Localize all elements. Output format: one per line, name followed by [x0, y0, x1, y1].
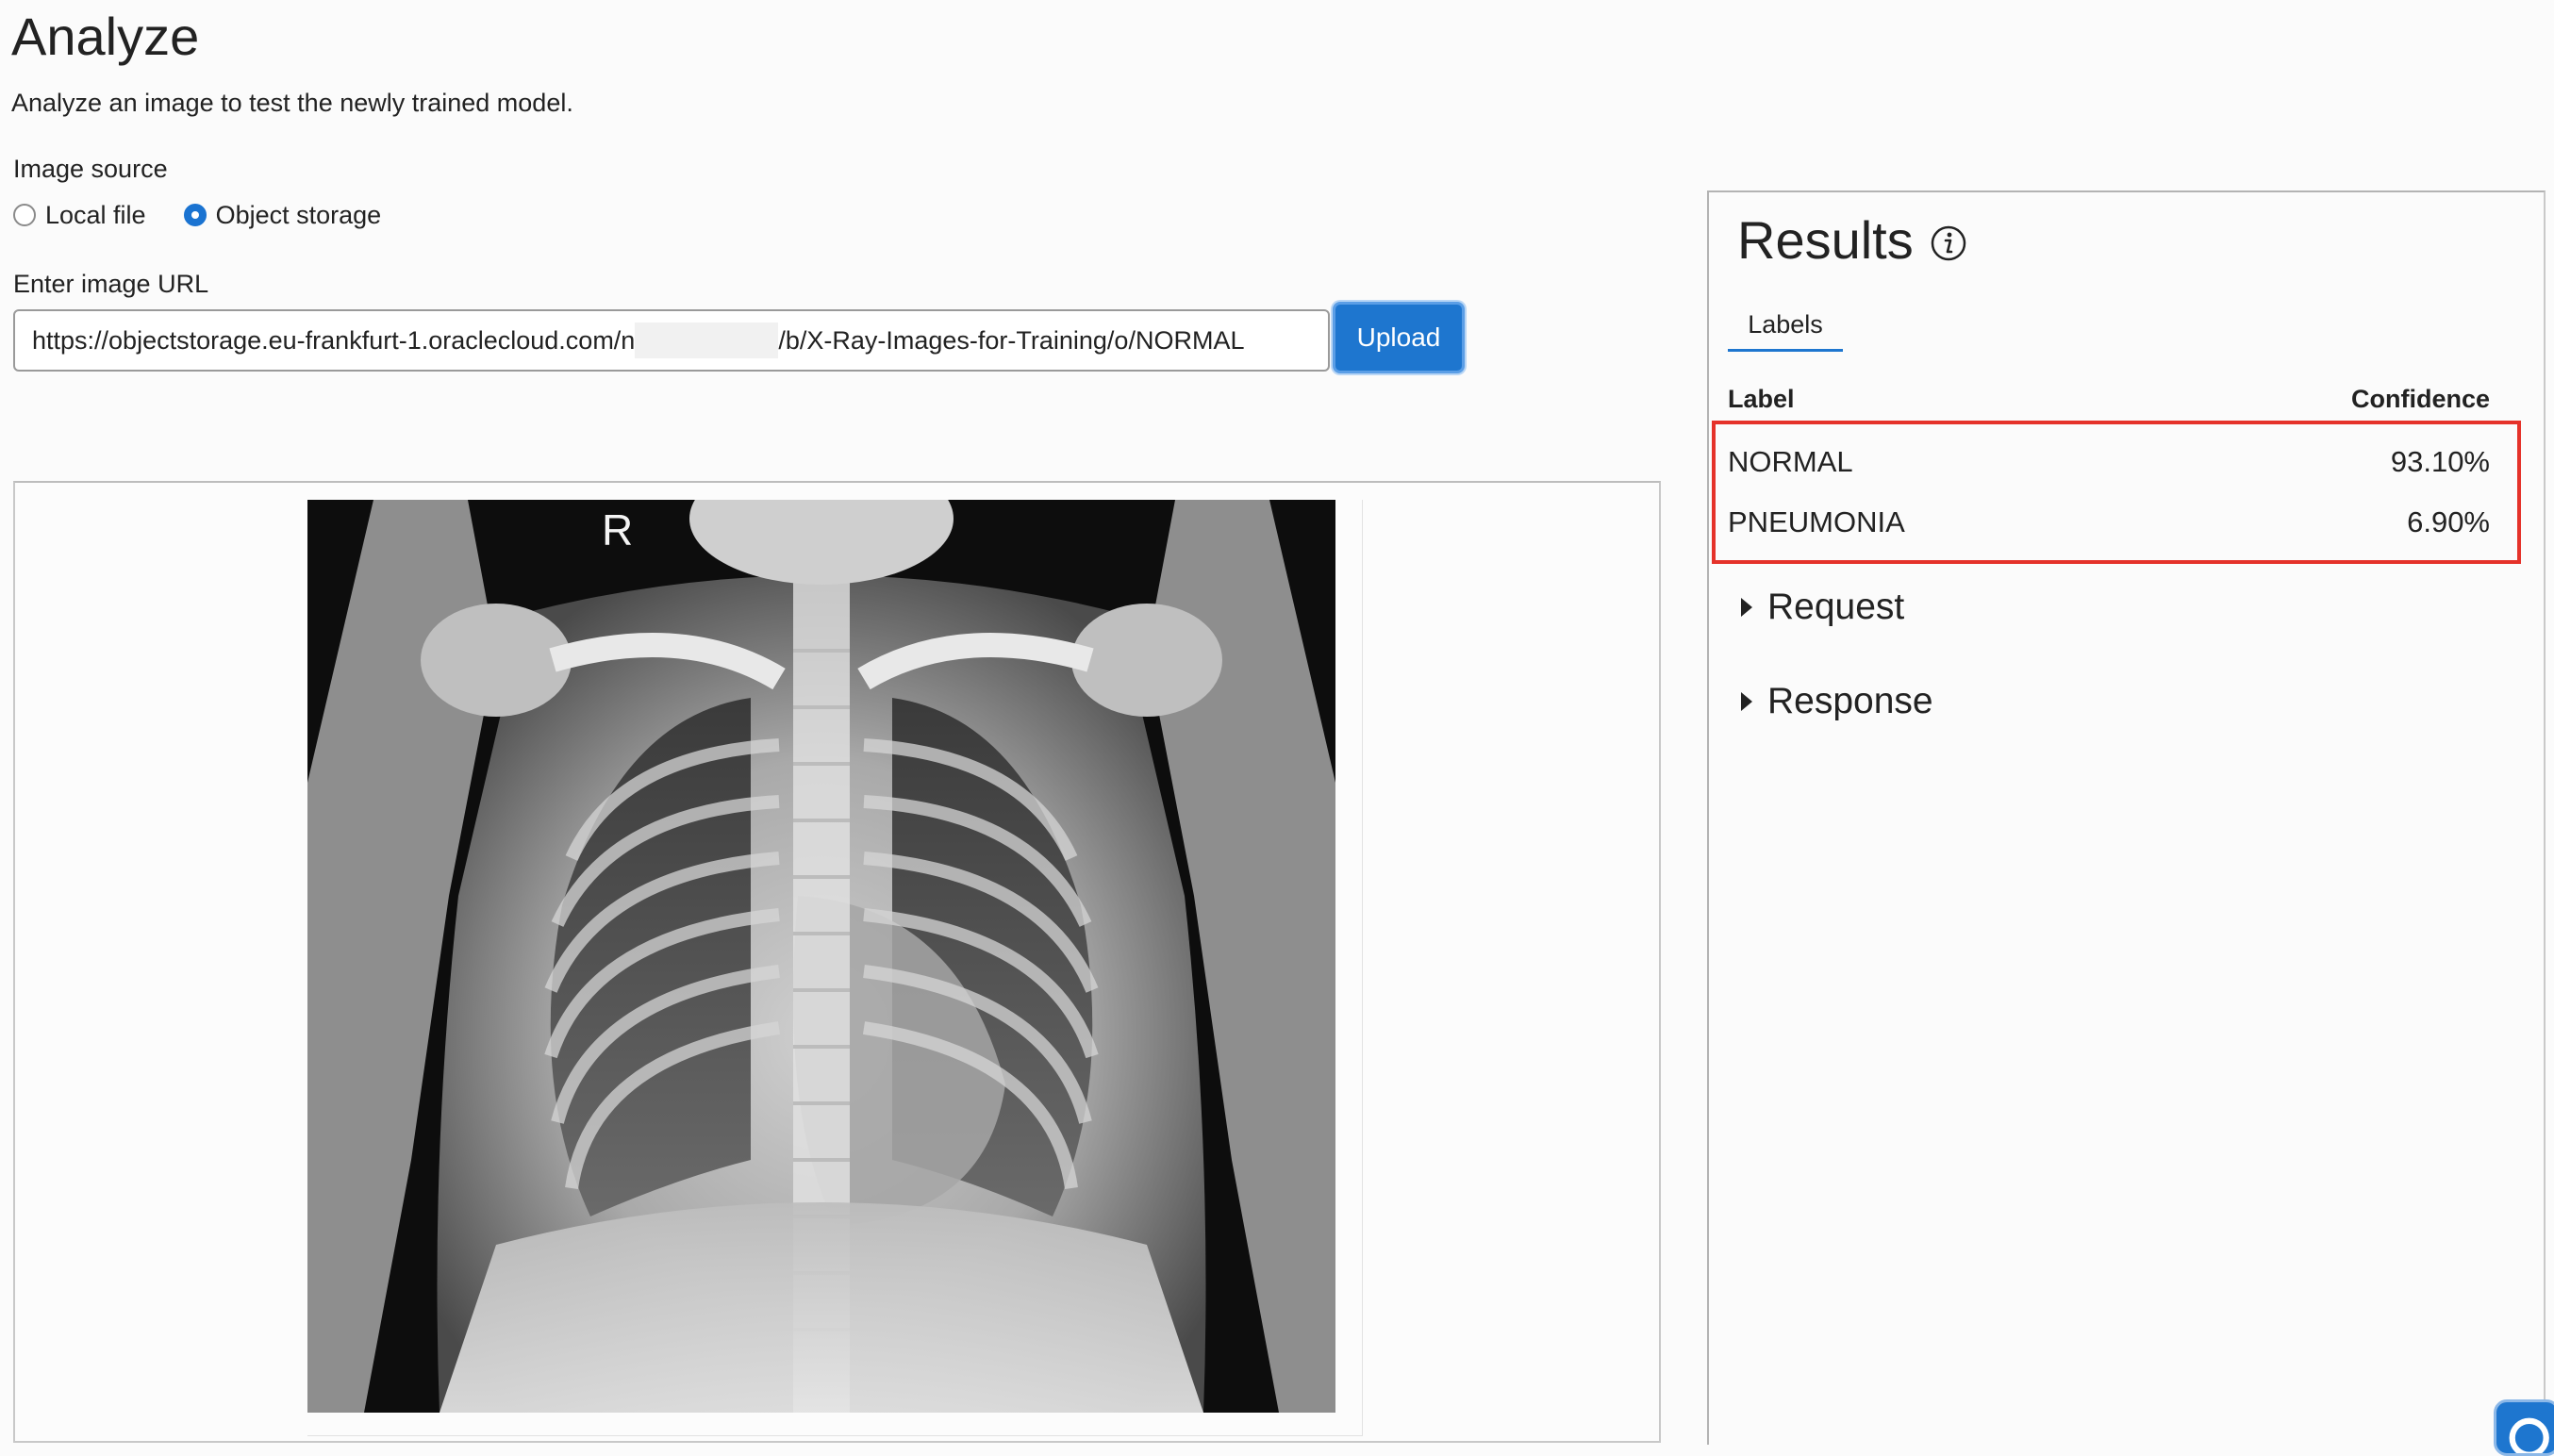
image-url-label: Enter image URL — [13, 270, 209, 298]
caret-right-icon — [1741, 692, 1752, 711]
image-preview-panel: R — [13, 481, 1661, 1443]
response-section-toggle[interactable]: Response — [1741, 681, 1933, 722]
xray-side-marker: R — [602, 505, 633, 554]
results-highlight-box — [1712, 421, 2521, 564]
radio-local-file[interactable]: Local file — [13, 201, 146, 230]
page-subtitle: Analyze an image to test the newly train… — [11, 89, 573, 117]
url-value-start: https://objectstorage.eu-frankfurt-1.ora… — [32, 325, 636, 355]
chest-xray-image: R — [307, 500, 1335, 1413]
redacted-namespace — [635, 323, 779, 358]
result-row-label: NORMAL — [1728, 445, 1853, 478]
column-header-confidence: Confidence — [2350, 385, 2490, 413]
page-title: Analyze — [11, 7, 200, 66]
url-value-end: /b/X-Ray-Images-for-Training/o/NORMAL — [778, 325, 1245, 355]
result-row-label: PNEUMONIA — [1728, 505, 1905, 538]
radio-selected-icon[interactable] — [183, 204, 207, 226]
request-section-label: Request — [1767, 587, 1905, 627]
column-header-label: Label — [1728, 385, 1795, 413]
image-source-label: Image source — [13, 155, 168, 183]
upload-button[interactable]: Upload — [1333, 302, 1465, 373]
request-section-toggle[interactable]: Request — [1741, 587, 1904, 628]
radio-local-file-label: Local file — [45, 200, 146, 229]
info-icon[interactable] — [1930, 224, 1967, 262]
tab-labels[interactable]: Labels — [1728, 300, 1843, 352]
image-url-input[interactable]: https://objectstorage.eu-frankfurt-1.ora… — [13, 309, 1330, 372]
result-row-confidence: 93.10% — [2390, 445, 2490, 478]
caret-right-icon — [1741, 598, 1752, 617]
image-frame: R — [307, 500, 1363, 1436]
image-source-radio-group: Local file Object storage — [13, 196, 419, 234]
help-lifebuoy-icon[interactable] — [2494, 1399, 2554, 1456]
response-section-label: Response — [1767, 681, 1933, 721]
result-row-confidence: 6.90% — [2407, 505, 2490, 538]
radio-object-storage-label: Object storage — [215, 200, 382, 229]
results-title: Results — [1737, 210, 1914, 270]
radio-circle-icon[interactable] — [13, 204, 36, 226]
radio-object-storage[interactable]: Object storage — [183, 200, 382, 230]
results-panel — [1707, 190, 2546, 1445]
